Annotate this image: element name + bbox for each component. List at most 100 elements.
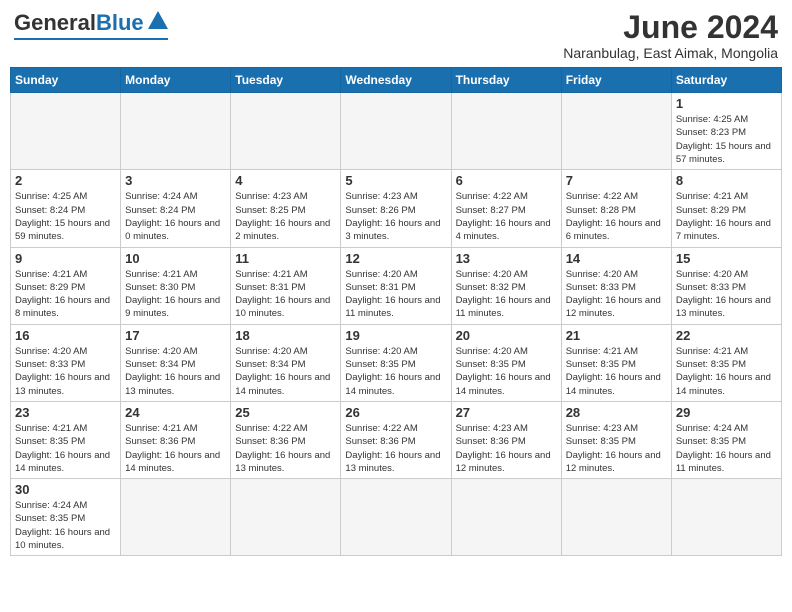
calendar-week-1: 1Sunrise: 4:25 AM Sunset: 8:23 PM Daylig… xyxy=(11,93,782,170)
day-number: 9 xyxy=(15,251,116,266)
day-info: Sunrise: 4:21 AM Sunset: 8:35 PM Dayligh… xyxy=(676,345,777,398)
day-number: 8 xyxy=(676,173,777,188)
day-number: 24 xyxy=(125,405,226,420)
calendar-header-row: Sunday Monday Tuesday Wednesday Thursday… xyxy=(11,68,782,93)
day-number: 13 xyxy=(456,251,557,266)
table-row: 13 Sunrise: 4:20 AM Sunset: 8:32 PM Dayli… xyxy=(451,247,561,324)
table-row: 16 Sunrise: 4:20 AM Sunset: 8:33 PM Dayli… xyxy=(11,324,121,401)
day-number: 14 xyxy=(566,251,667,266)
title-block: June 2024 Naranbulag, East Aimak, Mongol… xyxy=(563,10,778,61)
calendar-week-3: 9 Sunrise: 4:21 AM Sunset: 8:29 PM Daylig… xyxy=(11,247,782,324)
day-info: Sunrise: 4:21 AM Sunset: 8:29 PM Dayligh… xyxy=(676,190,777,243)
day-number: 22 xyxy=(676,328,777,343)
table-row xyxy=(561,479,671,556)
logo: General Blue xyxy=(14,10,168,40)
day-info: Sunrise: 4:21 AM Sunset: 8:30 PM Dayligh… xyxy=(125,268,226,321)
table-row: 26Sunrise: 4:22 AM Sunset: 8:36 PM Dayli… xyxy=(341,401,451,478)
table-row xyxy=(231,93,341,170)
day-number: 5 xyxy=(345,173,446,188)
calendar-week-5: 23Sunrise: 4:21 AM Sunset: 8:35 PM Dayli… xyxy=(11,401,782,478)
header-friday: Friday xyxy=(561,68,671,93)
table-row xyxy=(451,93,561,170)
calendar-week-2: 2 Sunrise: 4:25 AM Sunset: 8:24 PM Daylig… xyxy=(11,170,782,247)
day-number: 21 xyxy=(566,328,667,343)
table-row xyxy=(121,93,231,170)
table-row xyxy=(231,479,341,556)
logo-blue-text: Blue xyxy=(96,10,144,36)
day-number: 25 xyxy=(235,405,336,420)
header-thursday: Thursday xyxy=(451,68,561,93)
table-row xyxy=(341,93,451,170)
table-row: 15Sunrise: 4:20 AM Sunset: 8:33 PM Dayli… xyxy=(671,247,781,324)
page-header: General Blue June 2024 Naranbulag, East … xyxy=(10,10,782,61)
day-info: Sunrise: 4:24 AM Sunset: 8:24 PM Dayligh… xyxy=(125,190,226,243)
day-number: 10 xyxy=(125,251,226,266)
table-row: 17Sunrise: 4:20 AM Sunset: 8:34 PM Dayli… xyxy=(121,324,231,401)
day-info: Sunrise: 4:24 AM Sunset: 8:35 PM Dayligh… xyxy=(15,499,116,552)
day-info: Sunrise: 4:20 AM Sunset: 8:32 PM Dayligh… xyxy=(456,268,557,321)
logo-icon xyxy=(148,11,168,29)
day-info: Sunrise: 4:23 AM Sunset: 8:25 PM Dayligh… xyxy=(235,190,336,243)
calendar-week-4: 16 Sunrise: 4:20 AM Sunset: 8:33 PM Dayli… xyxy=(11,324,782,401)
day-number: 16 xyxy=(15,328,116,343)
table-row: 5 Sunrise: 4:23 AM Sunset: 8:26 PM Daylig… xyxy=(341,170,451,247)
table-row: 30 Sunrise: 4:24 AM Sunset: 8:35 PM Dayli… xyxy=(11,479,121,556)
day-number: 19 xyxy=(345,328,446,343)
table-row: 6 Sunrise: 4:22 AM Sunset: 8:27 PM Daylig… xyxy=(451,170,561,247)
day-info: Sunrise: 4:20 AM Sunset: 8:34 PM Dayligh… xyxy=(235,345,336,398)
day-number: 3 xyxy=(125,173,226,188)
table-row: 14 Sunrise: 4:20 AM Sunset: 8:33 PM Dayli… xyxy=(561,247,671,324)
table-row: 23Sunrise: 4:21 AM Sunset: 8:35 PM Dayli… xyxy=(11,401,121,478)
table-row xyxy=(341,479,451,556)
header-tuesday: Tuesday xyxy=(231,68,341,93)
table-row: 1Sunrise: 4:25 AM Sunset: 8:23 PM Daylig… xyxy=(671,93,781,170)
day-info: Sunrise: 4:25 AM Sunset: 8:24 PM Dayligh… xyxy=(15,190,116,243)
day-info: Sunrise: 4:21 AM Sunset: 8:36 PM Dayligh… xyxy=(125,422,226,475)
table-row: 24 Sunrise: 4:21 AM Sunset: 8:36 PM Dayli… xyxy=(121,401,231,478)
day-info: Sunrise: 4:23 AM Sunset: 8:35 PM Dayligh… xyxy=(566,422,667,475)
day-info: Sunrise: 4:22 AM Sunset: 8:28 PM Dayligh… xyxy=(566,190,667,243)
day-info: Sunrise: 4:22 AM Sunset: 8:27 PM Dayligh… xyxy=(456,190,557,243)
table-row: 18 Sunrise: 4:20 AM Sunset: 8:34 PM Dayli… xyxy=(231,324,341,401)
day-number: 6 xyxy=(456,173,557,188)
day-number: 4 xyxy=(235,173,336,188)
day-info: Sunrise: 4:24 AM Sunset: 8:35 PM Dayligh… xyxy=(676,422,777,475)
header-sunday: Sunday xyxy=(11,68,121,93)
location-subtitle: Naranbulag, East Aimak, Mongolia xyxy=(563,45,778,61)
day-info: Sunrise: 4:20 AM Sunset: 8:35 PM Dayligh… xyxy=(345,345,446,398)
table-row: 4 Sunrise: 4:23 AM Sunset: 8:25 PM Daylig… xyxy=(231,170,341,247)
day-number: 2 xyxy=(15,173,116,188)
table-row: 9 Sunrise: 4:21 AM Sunset: 8:29 PM Daylig… xyxy=(11,247,121,324)
table-row: 12Sunrise: 4:20 AM Sunset: 8:31 PM Dayli… xyxy=(341,247,451,324)
logo-underline xyxy=(14,38,168,40)
table-row: 27Sunrise: 4:23 AM Sunset: 8:36 PM Dayli… xyxy=(451,401,561,478)
table-row: 11Sunrise: 4:21 AM Sunset: 8:31 PM Dayli… xyxy=(231,247,341,324)
table-row xyxy=(451,479,561,556)
table-row: 8 Sunrise: 4:21 AM Sunset: 8:29 PM Daylig… xyxy=(671,170,781,247)
day-info: Sunrise: 4:25 AM Sunset: 8:23 PM Dayligh… xyxy=(676,113,777,166)
table-row xyxy=(11,93,121,170)
table-row: 22 Sunrise: 4:21 AM Sunset: 8:35 PM Dayli… xyxy=(671,324,781,401)
day-info: Sunrise: 4:23 AM Sunset: 8:26 PM Dayligh… xyxy=(345,190,446,243)
table-row xyxy=(561,93,671,170)
day-number: 15 xyxy=(676,251,777,266)
table-row xyxy=(121,479,231,556)
table-row: 19 Sunrise: 4:20 AM Sunset: 8:35 PM Dayli… xyxy=(341,324,451,401)
day-number: 18 xyxy=(235,328,336,343)
table-row: 10 Sunrise: 4:21 AM Sunset: 8:30 PM Dayli… xyxy=(121,247,231,324)
day-number: 20 xyxy=(456,328,557,343)
day-info: Sunrise: 4:22 AM Sunset: 8:36 PM Dayligh… xyxy=(345,422,446,475)
day-number: 28 xyxy=(566,405,667,420)
day-number: 30 xyxy=(15,482,116,497)
day-info: Sunrise: 4:20 AM Sunset: 8:34 PM Dayligh… xyxy=(125,345,226,398)
day-info: Sunrise: 4:20 AM Sunset: 8:35 PM Dayligh… xyxy=(456,345,557,398)
table-row: 29Sunrise: 4:24 AM Sunset: 8:35 PM Dayli… xyxy=(671,401,781,478)
day-info: Sunrise: 4:20 AM Sunset: 8:33 PM Dayligh… xyxy=(15,345,116,398)
day-info: Sunrise: 4:21 AM Sunset: 8:29 PM Dayligh… xyxy=(15,268,116,321)
table-row: 25Sunrise: 4:22 AM Sunset: 8:36 PM Dayli… xyxy=(231,401,341,478)
calendar-week-6: 30 Sunrise: 4:24 AM Sunset: 8:35 PM Dayli… xyxy=(11,479,782,556)
table-row: 20 Sunrise: 4:20 AM Sunset: 8:35 PM Dayli… xyxy=(451,324,561,401)
table-row xyxy=(671,479,781,556)
day-info: Sunrise: 4:20 AM Sunset: 8:33 PM Dayligh… xyxy=(566,268,667,321)
header-saturday: Saturday xyxy=(671,68,781,93)
